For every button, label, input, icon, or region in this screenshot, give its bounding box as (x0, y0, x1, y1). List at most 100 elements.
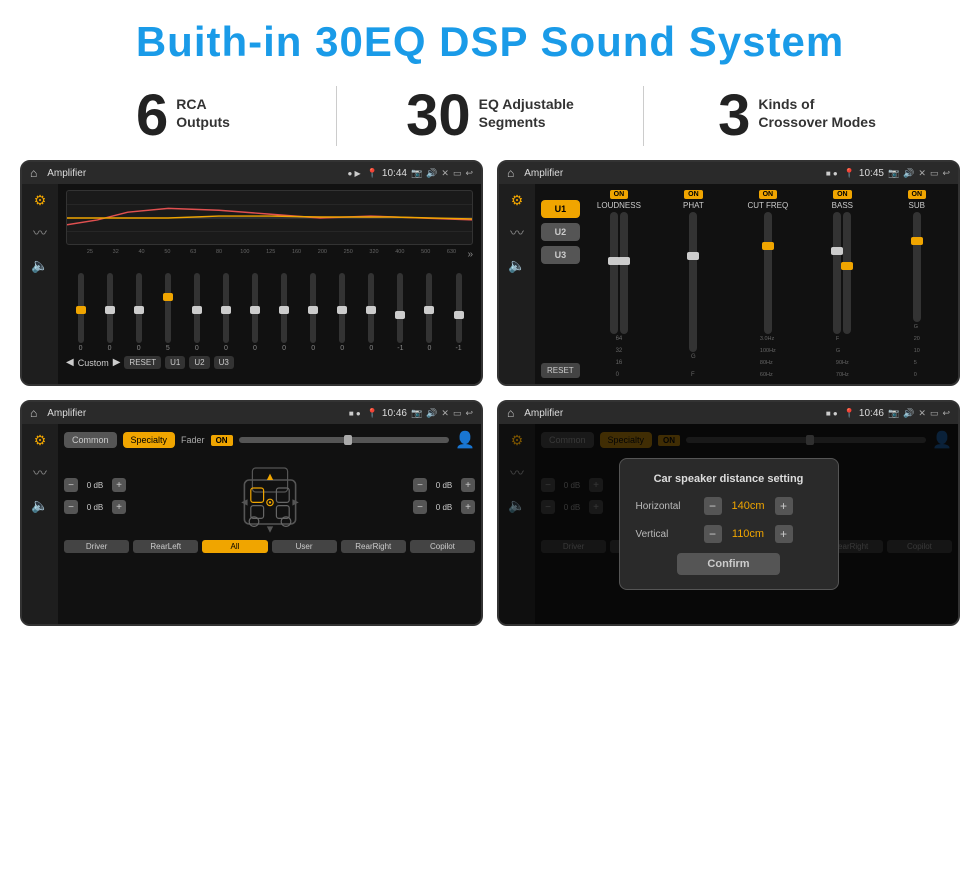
cutfreq-on[interactable]: ON (759, 190, 778, 199)
eq-slider-1: 0 (97, 273, 122, 352)
left-db-controls: − 0 dB + − 0 dB + (64, 456, 126, 536)
eq-body: ⚙ 〰 🔈 (22, 184, 481, 384)
eq-bottom-bar: ◀ Custom ▶ RESET U1 U2 U3 (66, 356, 473, 369)
eq-slider-13: -1 (446, 273, 471, 352)
camera-icon-3: 📷 (411, 408, 422, 419)
stat-crossover: 3 Kinds ofCrossover Modes (674, 87, 920, 145)
crossover-controls: ON LOUDNESS 6432160 (584, 190, 952, 378)
window-icon-4[interactable]: ▭ (930, 408, 939, 419)
back-icon-4[interactable]: ↩ (942, 408, 950, 419)
crossover-screen: ⌂ Amplifier ■ ● 📍 10:45 📷 🔊 ✕ ▭ ↩ ⚙ 〰 🔈 (497, 160, 960, 386)
home-icon-3[interactable]: ⌂ (30, 406, 37, 420)
back-icon[interactable]: ↩ (465, 168, 473, 179)
btn-copilot[interactable]: Copilot (410, 540, 475, 553)
fader-tab-common[interactable]: Common (64, 432, 117, 448)
db-minus-br[interactable]: − (413, 500, 427, 514)
crossover-reset-btn[interactable]: RESET (541, 363, 580, 378)
bass-on[interactable]: ON (833, 190, 852, 199)
speaker-icon[interactable]: 🔈 (31, 257, 48, 274)
window-icon-2[interactable]: ▭ (930, 168, 939, 179)
loudness-col: ON LOUDNESS 6432160 (584, 190, 654, 378)
home-icon[interactable]: ⌂ (30, 166, 37, 180)
stat-divider-2 (643, 86, 644, 146)
eq-sliders: 0 0 0 5 0 (66, 262, 473, 352)
eq-topbar: ⌂ Amplifier ● ▶ 📍 10:44 📷 🔊 ✕ ▭ ↩ (22, 162, 481, 184)
speaker-icon-3[interactable]: 🔈 (31, 497, 48, 514)
back-icon-2[interactable]: ↩ (942, 168, 950, 179)
dialog-horizontal-minus[interactable]: − (704, 497, 722, 515)
btn-rearleft[interactable]: RearLeft (133, 540, 198, 553)
eq-u3-btn[interactable]: U3 (214, 356, 234, 369)
eq-expand-icon[interactable]: » (467, 249, 473, 260)
eq-slider-8: 0 (301, 273, 326, 352)
sub-on[interactable]: ON (908, 190, 927, 199)
db-minus-bl[interactable]: − (64, 500, 78, 514)
preset-u1[interactable]: U1 (541, 200, 580, 218)
close-icon[interactable]: ✕ (441, 168, 449, 179)
wave-icon-2[interactable]: 〰 (510, 223, 524, 243)
db-minus-tl[interactable]: − (64, 478, 78, 492)
db-minus-tr[interactable]: − (413, 478, 427, 492)
eq-prev[interactable]: ◀ (66, 357, 74, 368)
right-db-controls: − 0 dB + − 0 dB + (413, 456, 475, 536)
preset-u2[interactable]: U2 (541, 223, 580, 241)
db-plus-tl[interactable]: + (112, 478, 126, 492)
btn-user[interactable]: User (272, 540, 337, 553)
window-icon[interactable]: ▭ (453, 168, 462, 179)
location-icon-4: 📍 (844, 408, 855, 419)
home-icon-2[interactable]: ⌂ (507, 166, 514, 180)
loudness-on[interactable]: ON (610, 190, 629, 199)
cutfreq-col: ON CUT FREQ 3.0Hz100Hz80Hz60Hz (733, 190, 803, 378)
home-icon-4[interactable]: ⌂ (507, 406, 514, 420)
db-plus-tr[interactable]: + (461, 478, 475, 492)
eq-next[interactable]: ▶ (113, 357, 121, 368)
phat-on[interactable]: ON (684, 190, 703, 199)
wave-icon[interactable]: 〰 (33, 223, 47, 243)
dialog-confirm-btn[interactable]: Confirm (677, 553, 779, 575)
crossover-body: ⚙ 〰 🔈 U1 U2 U3 RESET ON LOUDNESS (499, 184, 958, 384)
eq-slider-0: 0 (68, 273, 93, 352)
db-control-bl: − 0 dB + (64, 500, 126, 514)
window-icon-3[interactable]: ▭ (453, 408, 462, 419)
db-plus-br[interactable]: + (461, 500, 475, 514)
dialog-vertical-minus[interactable]: − (704, 525, 722, 543)
btn-all[interactable]: All (202, 540, 267, 553)
db-plus-bl[interactable]: + (112, 500, 126, 514)
dialog-overlay: Car speaker distance setting Horizontal … (499, 424, 958, 624)
dialog-horizontal-plus[interactable]: + (775, 497, 793, 515)
db-value-br: 0 dB (430, 503, 458, 512)
eq-sidebar: ⚙ 〰 🔈 (22, 184, 58, 384)
fader-screen: ⌂ Amplifier ■ ● 📍 10:46 📷 🔊 ✕ ▭ ↩ ⚙ 〰 🔈 (20, 400, 483, 626)
page-header: Buith-in 30EQ DSP Sound System (0, 0, 980, 76)
eq-slider-10: 0 (359, 273, 384, 352)
eq-icon[interactable]: ⚙ (34, 192, 47, 209)
eq-icon-2[interactable]: ⚙ (511, 192, 524, 209)
btn-rearright[interactable]: RearRight (341, 540, 406, 553)
fader-topbar-title: Amplifier (47, 408, 343, 419)
back-icon-3[interactable]: ↩ (465, 408, 473, 419)
fader-slider[interactable] (239, 437, 450, 443)
stat-crossover-number: 3 (718, 87, 750, 145)
preset-u3[interactable]: U3 (541, 246, 580, 264)
speaker-icon-2[interactable]: 🔈 (508, 257, 525, 274)
eq-mode-label: Custom (78, 358, 109, 368)
volume-icon-4: 🔊 (903, 408, 914, 419)
eq-u2-btn[interactable]: U2 (189, 356, 209, 369)
stat-eq-text: EQ AdjustableSegments (479, 87, 574, 131)
distance-topbar: ⌂ Amplifier ■ ● 📍 10:46 📷 🔊 ✕ ▭ ↩ (499, 402, 958, 424)
dialog-vertical-plus[interactable]: + (775, 525, 793, 543)
eq-reset-btn[interactable]: RESET (124, 356, 161, 369)
distance-screen: ⌂ Amplifier ■ ● 📍 10:46 📷 🔊 ✕ ▭ ↩ ⚙ 〰 🔈 (497, 400, 960, 626)
fader-on-btn[interactable]: ON (211, 435, 233, 446)
fader-tab-specialty[interactable]: Specialty (123, 432, 176, 448)
fader-person-icon[interactable]: 👤 (455, 430, 475, 450)
db-value-tl: 0 dB (81, 481, 109, 490)
close-icon-2[interactable]: ✕ (918, 168, 926, 179)
eq-icon-3[interactable]: ⚙ (34, 432, 47, 449)
eq-u1-btn[interactable]: U1 (165, 356, 185, 369)
close-icon-3[interactable]: ✕ (441, 408, 449, 419)
close-icon-4[interactable]: ✕ (918, 408, 926, 419)
eq-screen: ⌂ Amplifier ● ▶ 📍 10:44 📷 🔊 ✕ ▭ ↩ ⚙ 〰 🔈 (20, 160, 483, 386)
wave-icon-3[interactable]: 〰 (33, 463, 47, 483)
btn-driver[interactable]: Driver (64, 540, 129, 553)
